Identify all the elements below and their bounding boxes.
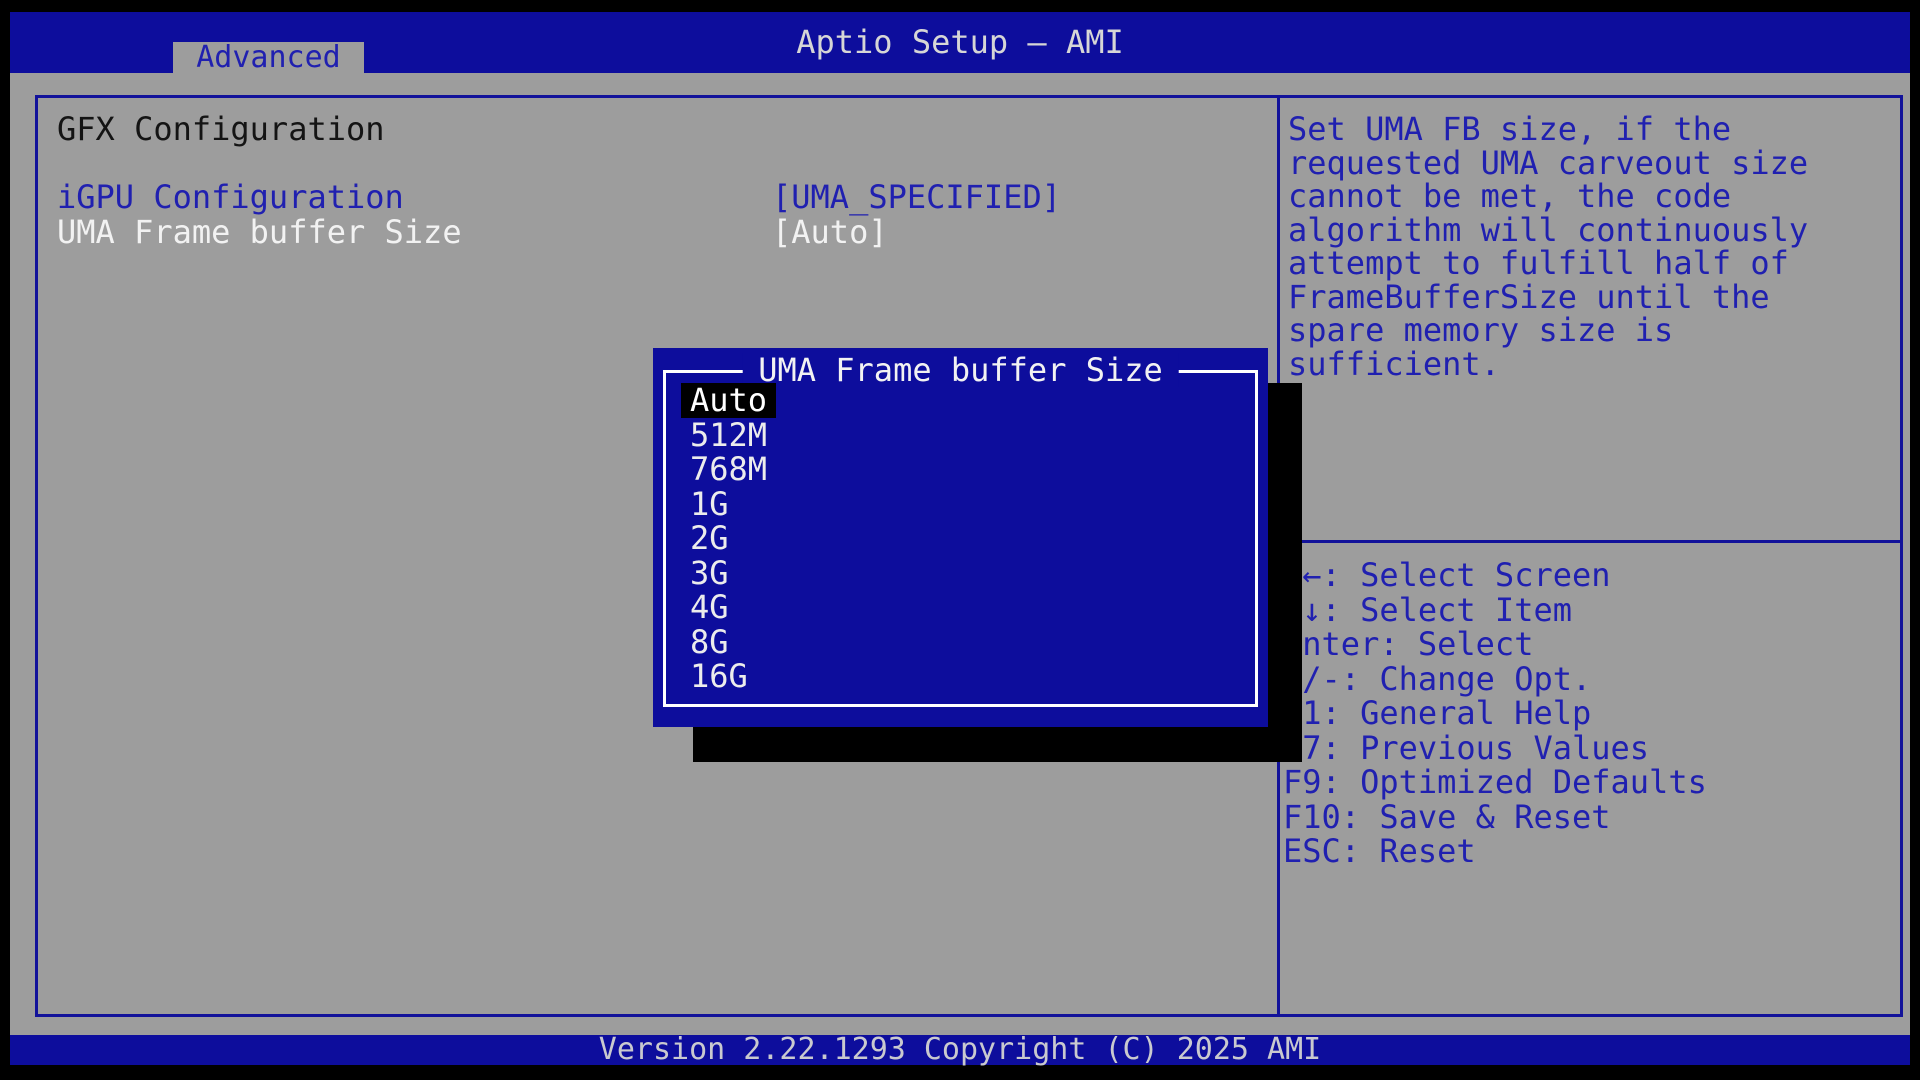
popup-options-list: Auto512M768M1G2G3G4G8G16G: [690, 383, 776, 694]
hotkey-hint: F7: Previous Values: [1283, 731, 1893, 766]
hotkey-hint: F10: Save & Reset: [1283, 800, 1893, 835]
hotkey-hint: ↑↓: Select Item: [1283, 593, 1893, 628]
version-text: Version 2.22.1293 Copyright (C) 2025 AMI: [10, 1035, 1910, 1065]
popup-option-label: 512M: [681, 418, 776, 453]
help-text-line: requested UMA carveout size: [1288, 147, 1888, 181]
popup-option[interactable]: 1G: [690, 487, 776, 522]
help-text: Set UMA FB size, if therequested UMA car…: [1288, 113, 1888, 381]
hotkey-hint: F9: Optimized Defaults: [1283, 765, 1893, 800]
popup-option-label: Auto: [681, 383, 776, 418]
hotkey-hint: +/-: Change Opt.: [1283, 662, 1893, 697]
popup-option-label: 16G: [681, 659, 757, 694]
help-text-line: algorithm will continuously: [1288, 214, 1888, 248]
popup-option[interactable]: 8G: [690, 625, 776, 660]
popup-option-label: 8G: [681, 625, 738, 660]
popup-option[interactable]: 4G: [690, 590, 776, 625]
popup-option-label: 2G: [681, 521, 738, 556]
hotkey-hint: F1: General Help: [1283, 696, 1893, 731]
popup-option-label: 3G: [681, 556, 738, 591]
popup-option[interactable]: 16G: [690, 659, 776, 694]
settings-list: iGPU Configuration[UMA_SPECIFIED]UMA Fra…: [57, 180, 1237, 250]
popup-option[interactable]: 512M: [690, 418, 776, 453]
section-title: GFX Configuration: [57, 112, 385, 147]
popup-option-label: 4G: [681, 590, 738, 625]
popup-option[interactable]: 3G: [690, 556, 776, 591]
tab-advanced[interactable]: Advanced: [173, 42, 364, 73]
popup-option[interactable]: 768M: [690, 452, 776, 487]
hotkey-hint: →←: Select Screen: [1283, 558, 1893, 593]
help-text-line: attempt to fulfill half of: [1288, 247, 1888, 281]
popup-option-label: 768M: [681, 452, 776, 487]
help-text-line: FrameBufferSize until the: [1288, 281, 1888, 315]
menu-item-value: [Auto]: [772, 215, 888, 250]
menu-item[interactable]: UMA Frame buffer Size [Auto]: [57, 215, 1237, 250]
menu-item[interactable]: iGPU Configuration [UMA_SPECIFIED]: [57, 180, 1237, 215]
menu-item-label: iGPU Configuration: [57, 178, 404, 216]
hotkey-hint: Enter: Select: [1283, 627, 1893, 662]
menu-item-label: UMA Frame buffer Size: [57, 213, 462, 251]
popup-option-label: 1G: [681, 487, 738, 522]
popup-option[interactable]: 2G: [690, 521, 776, 556]
footer-bar: Version 2.22.1293 Copyright (C) 2025 AMI: [10, 1035, 1910, 1065]
popup-option[interactable]: Auto: [690, 383, 776, 418]
help-text-line: Set UMA FB size, if the: [1288, 113, 1888, 147]
help-panel-divider: [1280, 540, 1903, 543]
menu-item-value: [UMA_SPECIFIED]: [772, 180, 1061, 215]
popup-title: UMA Frame buffer Size: [742, 353, 1179, 387]
hotkey-legend: →←: Select Screen↑↓: Select ItemEnter: S…: [1283, 558, 1893, 869]
hotkey-hint: ESC: Reset: [1283, 834, 1893, 869]
help-text-line: sufficient.: [1288, 348, 1888, 382]
uma-frame-buffer-popup: UMA Frame buffer Size Auto512M768M1G2G3G…: [653, 348, 1268, 727]
header-bar: Aptio Setup – AMI Advanced: [10, 12, 1910, 73]
help-text-line: cannot be met, the code: [1288, 180, 1888, 214]
bios-screen: Aptio Setup – AMI Advanced GFX Configura…: [0, 0, 1920, 1080]
help-text-line: spare memory size is: [1288, 314, 1888, 348]
